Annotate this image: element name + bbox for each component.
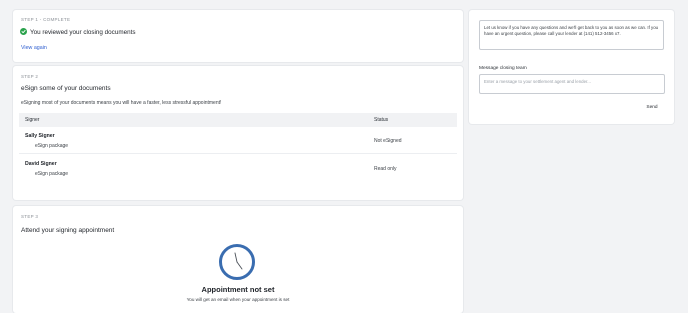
appointment-status-title: Appointment not set (201, 285, 275, 294)
signer-column-header: Signer (25, 117, 40, 123)
step1-label: STEP 1 - COMPLETE (21, 17, 71, 22)
step2-card: STEP 2 eSign some of your documents eSig… (13, 66, 463, 200)
step2-label: STEP 2 (21, 74, 39, 79)
signer-package: eSign package (35, 143, 69, 149)
step2-subtitle: eSigning most of your documents means yo… (21, 100, 222, 106)
table-row: Sally Signer eSign package Not eSigned (19, 128, 457, 154)
closing-team-message: Let us know if you have any questions an… (479, 20, 664, 50)
status-column-header: Status (374, 117, 389, 123)
signer-name: David Signer (25, 161, 57, 167)
view-again-link[interactable]: View again (21, 45, 47, 51)
signer-package: eSign package (35, 171, 69, 177)
appointment-status-subtitle: You will get an email when your appointm… (186, 297, 290, 302)
step2-title: eSign some of your documents (21, 85, 111, 92)
clock-icon (219, 244, 255, 280)
signer-status: Not eSigned (374, 138, 402, 144)
send-button[interactable]: Send (640, 102, 664, 113)
message-input[interactable] (479, 74, 665, 94)
step1-status-text: You reviewed your closing documents (30, 29, 136, 36)
step3-label: STEP 3 (21, 214, 39, 219)
signer-name: Sally Signer (25, 133, 55, 139)
table-row: David Signer eSign package Read only (19, 156, 457, 182)
step3-card: STEP 3 Attend your signing appointment A… (13, 206, 463, 313)
signer-table-header: Signer Status (19, 113, 457, 127)
step3-title: Attend your signing appointment (21, 227, 115, 234)
message-panel: Let us know if you have any questions an… (469, 10, 674, 124)
step1-card: STEP 1 - COMPLETE You reviewed your clos… (13, 10, 463, 62)
check-circle-icon (20, 28, 27, 35)
signer-status: Read only (374, 166, 397, 172)
message-section-label: Message closing team (479, 66, 527, 71)
